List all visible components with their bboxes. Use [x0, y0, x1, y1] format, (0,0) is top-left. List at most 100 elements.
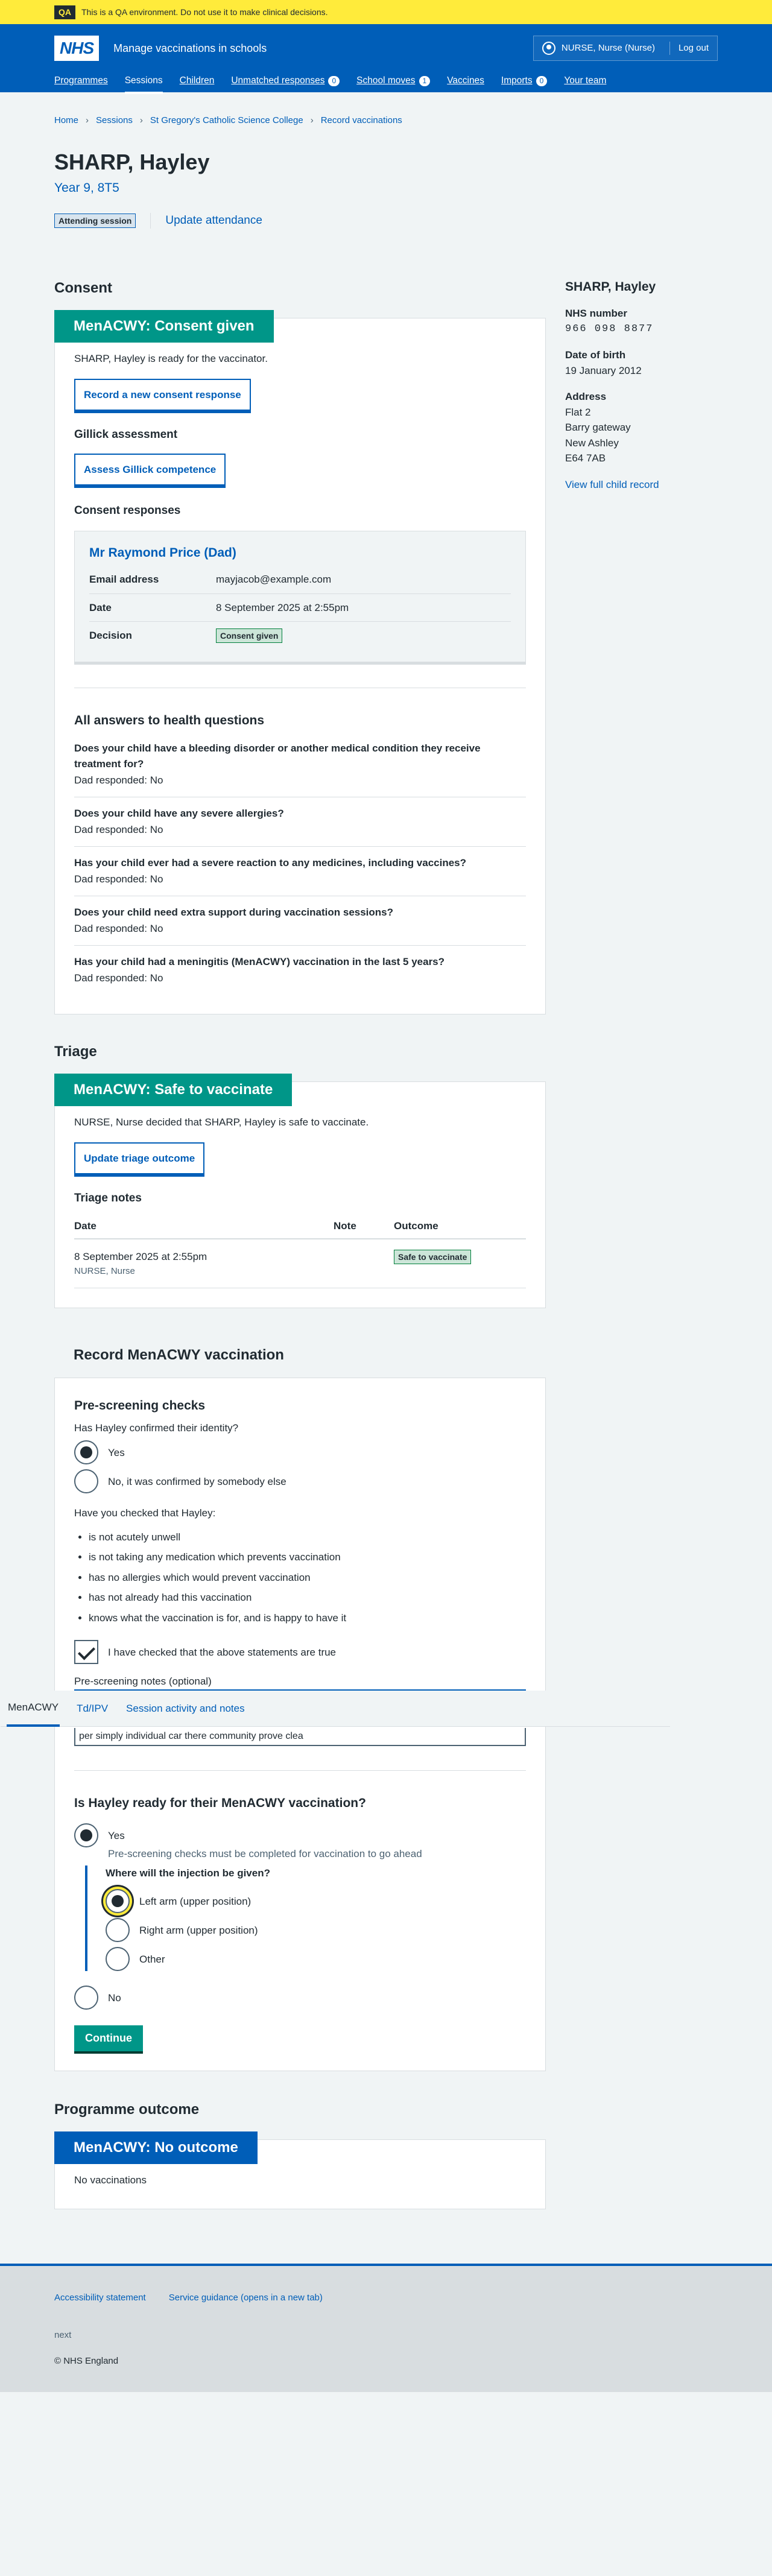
attendance-badge: Attending session: [54, 213, 136, 228]
breadcrumb: Home › Sessions › St Gregory's Catholic Sc…: [0, 108, 772, 133]
triage-card-title: MenACWY: Safe to vaccinate: [54, 1074, 293, 1107]
aside-name: SHARP, Hayley: [565, 280, 656, 294]
consent-card-title: MenACWY: Consent given: [54, 310, 274, 343]
table-row: 8 September 2025 at 2:55pm NURSE, Nurse S…: [74, 1239, 526, 1289]
pre-screening-notes-input[interactable]: per simply individual car there communit…: [74, 1727, 526, 1746]
health-questions-heading: All answers to health questions: [74, 713, 265, 727]
identity-no-label[interactable]: No, it was confirmed by somebody else: [108, 1474, 286, 1490]
triage-notes-heading: Triage notes: [74, 1192, 142, 1205]
nav-your-team[interactable]: Your team: [564, 74, 606, 92]
check-item: knows what the vaccination is for, and i…: [89, 1610, 526, 1626]
outcome-text: No vaccinations: [74, 2174, 147, 2186]
outcome-card-title: MenACWY: No outcome: [54, 2131, 258, 2165]
continue-button[interactable]: Continue: [74, 2025, 143, 2052]
primary-nav: Programmes Sessions Children Unmatched r…: [0, 72, 772, 95]
nav-label: Unmatched responses: [231, 75, 325, 86]
copyright: © NHS England: [54, 2355, 119, 2366]
logout-link[interactable]: Log out: [669, 41, 709, 55]
qa-tag: QA: [54, 5, 75, 19]
nav-unmatched-responses[interactable]: Unmatched responses 0: [231, 74, 340, 92]
decision-label: Decision: [89, 630, 132, 642]
answer-text: Dad responded: No: [74, 824, 163, 836]
nav-programmes[interactable]: Programmes: [54, 74, 108, 92]
address-line: Flat 2: [565, 406, 591, 418]
dob: 19 January 2012: [565, 364, 642, 376]
address-label: Address: [565, 391, 607, 403]
qa-text: This is a QA environment. Do not use it …: [81, 7, 328, 17]
qa-banner: QA This is a QA environment. Do not use …: [0, 0, 772, 24]
record-consent-button[interactable]: Record a new consent response: [74, 378, 251, 411]
triage-heading: Triage: [54, 1043, 97, 1060]
gillick-heading: Gillick assessment: [74, 428, 178, 441]
date-value: 8 September 2025 at 2:55pm: [216, 601, 349, 613]
service-guidance-link[interactable]: Service guidance (opens in a new tab): [169, 2291, 323, 2305]
identity-question: Has Hayley confirmed their identity?: [74, 1422, 239, 1434]
site-right-radio[interactable]: [106, 1918, 130, 1943]
breadcrumb-school[interactable]: St Gregory's Catholic Science College: [150, 114, 303, 128]
checked-question: Have you checked that Hayley:: [74, 1507, 216, 1519]
record-heading: Record MenACWY vaccination: [74, 1347, 284, 1364]
site-left-label[interactable]: Left arm (upper position): [139, 1894, 251, 1910]
year-group: Year 9, 8T5: [54, 181, 119, 195]
accessibility-link[interactable]: Accessibility statement: [54, 2291, 146, 2305]
identity-yes-radio[interactable]: [74, 1440, 98, 1465]
update-triage-button[interactable]: Update triage outcome: [74, 1142, 205, 1175]
triage-card: MenACWY: Safe to vaccinate NURSE, Nurse …: [54, 1074, 546, 1309]
nav-label: School moves: [356, 75, 416, 86]
ready-yes-label[interactable]: Yes: [108, 1828, 125, 1844]
dob-label: Date of birth: [565, 349, 626, 361]
identity-no-radio[interactable]: [74, 1469, 98, 1494]
footer: Accessibility statement Service guidance…: [0, 2263, 772, 2393]
confirm-checkbox[interactable]: [74, 1640, 98, 1665]
consent-responses-heading: Consent responses: [74, 504, 181, 517]
user-name: NURSE, Nurse (Nurse): [561, 42, 655, 53]
question-text: Has your child had a meningitis (MenACWY…: [74, 955, 445, 967]
site-other-radio[interactable]: [106, 1947, 130, 1972]
parent-link[interactable]: Mr Raymond Price (Dad): [89, 546, 236, 560]
identity-yes-label[interactable]: Yes: [108, 1445, 125, 1461]
site-left-radio[interactable]: [106, 1889, 130, 1914]
breadcrumb-record[interactable]: Record vaccinations: [321, 114, 402, 128]
breadcrumb-home[interactable]: Home: [54, 114, 78, 128]
check-item: has not already had this vaccination: [89, 1590, 526, 1606]
consent-response-card: Mr Raymond Price (Dad) Email address mayj…: [74, 530, 526, 662]
consent-heading: Consent: [54, 280, 112, 297]
account: NURSE, Nurse (Nurse) Log out: [533, 36, 718, 61]
tab-td-ipv[interactable]: Td/IPV: [75, 1691, 109, 1726]
breadcrumb-sessions[interactable]: Sessions: [96, 114, 133, 128]
view-child-record-link[interactable]: View full child record: [565, 477, 716, 493]
health-question: Has your child had a meningitis (MenACWY…: [74, 946, 526, 995]
ready-text: SHARP, Hayley is ready for the vaccinato…: [74, 353, 268, 365]
ready-no-label[interactable]: No: [108, 1990, 121, 2006]
gillick-button[interactable]: Assess Gillick competence: [74, 453, 226, 486]
nav-vaccines[interactable]: Vaccines: [447, 74, 484, 92]
answer-text: Dad responded: No: [74, 972, 163, 984]
email-label: Email address: [89, 574, 159, 586]
confirm-label[interactable]: I have checked that the above statements…: [108, 1645, 336, 1660]
question-text: Does your child have a bleeding disorder…: [74, 742, 481, 770]
outcome-heading: Programme outcome: [54, 2101, 200, 2118]
nav-school-moves[interactable]: School moves 1: [356, 74, 431, 92]
outcome-badge: Safe to vaccinate: [394, 1250, 472, 1265]
ready-no-radio[interactable]: [74, 1986, 98, 2010]
chevron-right-icon: ›: [310, 115, 314, 125]
ready-question: Is Hayley ready for their MenACWY vaccin…: [74, 1796, 366, 1810]
tab-menacwy[interactable]: MenACWY: [7, 1690, 60, 1727]
check-item: has no allergies which would prevent vac…: [89, 1570, 526, 1586]
site-right-label[interactable]: Right arm (upper position): [139, 1923, 258, 1938]
nav-imports[interactable]: Imports 0: [501, 74, 548, 92]
nav-sessions[interactable]: Sessions: [124, 74, 163, 95]
programme-tabs: MenACWY Td/IPV Session activity and note…: [1, 1690, 670, 1727]
nhs-number: 966 098 8877: [565, 323, 654, 335]
nhs-logo[interactable]: NHS: [54, 36, 100, 61]
answer-text: Dad responded: No: [74, 873, 163, 885]
update-attendance-link[interactable]: Update attendance: [165, 212, 262, 230]
chevron-right-icon: ›: [139, 115, 143, 125]
service-name[interactable]: Manage vaccinations in schools: [113, 40, 267, 57]
ready-yes-radio[interactable]: [74, 1823, 98, 1848]
nav-children[interactable]: Children: [180, 74, 215, 92]
tab-session-activity[interactable]: Session activity and notes: [125, 1691, 246, 1726]
notes-label: Pre-screening notes (optional): [74, 1676, 212, 1688]
health-question: Does your child have any severe allergie…: [74, 797, 526, 847]
site-other-label[interactable]: Other: [139, 1952, 165, 1967]
